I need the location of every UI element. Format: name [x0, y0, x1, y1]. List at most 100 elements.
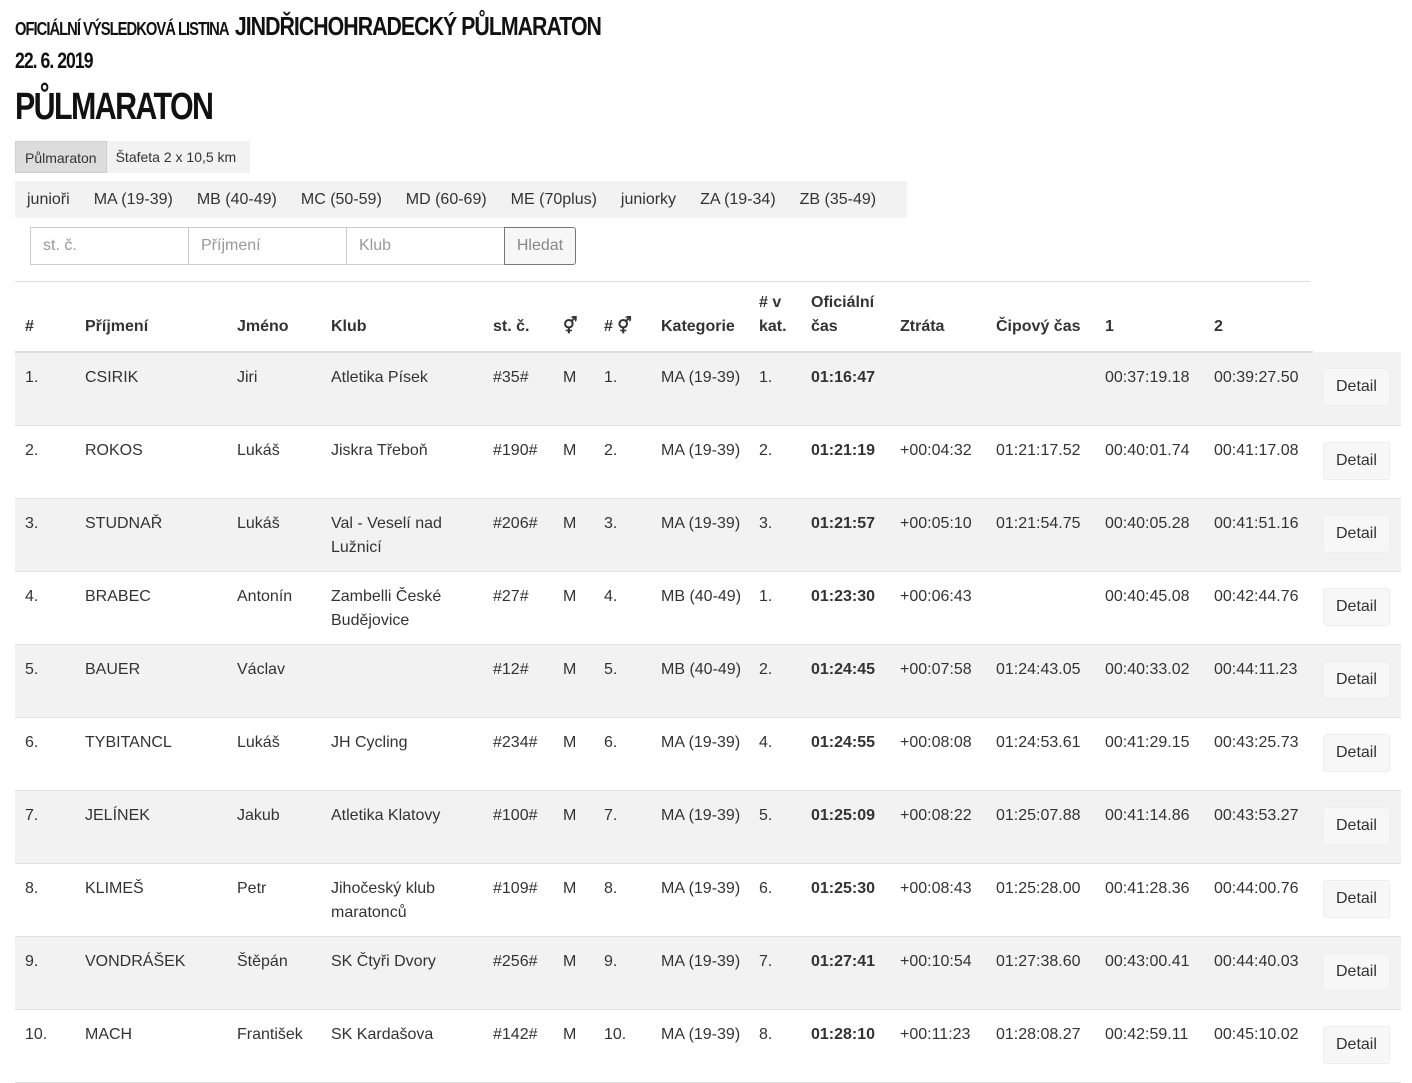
tab-stafeta[interactable]: Štafeta 2 x 10,5 km [107, 141, 246, 173]
tab-mc[interactable]: MC (50-59) [289, 181, 394, 218]
cell-rank: 4. [15, 571, 75, 645]
cell-detail: Detail [1313, 425, 1401, 499]
cell-surname: STUDNAŘ [75, 498, 227, 572]
cell-bib: #142# [483, 1009, 553, 1083]
cell-official: 01:25:09 [801, 790, 890, 864]
table-row: 4. BRABEC Antonín Zambelli České Budějovice… [15, 571, 1401, 645]
tab-zb[interactable]: ZB (35-49) [788, 181, 888, 218]
cell-chip [986, 352, 1095, 426]
cell-gender-rank: 7. [594, 790, 651, 864]
tab-me[interactable]: ME (70plus) [499, 181, 609, 218]
col-cat-rank-line2: kat. [759, 318, 787, 335]
cell-surname: JELÍNEK [75, 790, 227, 864]
cell-bib: #35# [483, 352, 553, 426]
cell-gender-rank: 6. [594, 717, 651, 791]
cell-cat-rank: 8. [749, 1009, 801, 1083]
surname-input[interactable] [188, 227, 346, 265]
cell-bib: #206# [483, 498, 553, 572]
tab-md[interactable]: MD (60-69) [394, 181, 499, 218]
event-date: 22. 6. 2019 [15, 48, 93, 73]
event-name: JINDŘICHOHRADECKÝ PŮLMARATON [234, 11, 602, 41]
race-tabs: Půlmaraton Štafeta 2 x 10,5 km [15, 141, 250, 173]
col-official: Oficiální čas [801, 283, 890, 353]
detail-button[interactable]: Detail [1323, 368, 1390, 406]
cell-bib: #12# [483, 644, 553, 718]
table-row: 10. MACH František SK Kardašova #142# M 10. MA … [15, 1009, 1401, 1083]
cell-cat-rank: 3. [749, 498, 801, 572]
cell-official: 01:23:30 [801, 571, 890, 645]
cell-cat-rank: 2. [749, 425, 801, 499]
cell-surname: KLIMEŠ [75, 863, 227, 937]
cell-name: Lukáš [227, 498, 321, 572]
heading-label: OFICIÁLNÍ VÝSLEDKOVÁ LISTINA [15, 19, 230, 39]
cell-name: Štěpán [227, 936, 321, 1010]
cell-club: Jihočeský klub maratonců [321, 863, 483, 937]
cell-loss: +00:08:22 [890, 790, 986, 864]
cell-official: 01:21:57 [801, 498, 890, 572]
cell-rank: 3. [15, 498, 75, 572]
col-cat-rank: # v kat. [749, 283, 801, 353]
col-official-line1: Oficiální [811, 294, 875, 311]
bib-input[interactable] [30, 227, 188, 265]
col-name: Jméno [227, 283, 321, 353]
cell-bib: #256# [483, 936, 553, 1010]
cell-detail: Detail [1313, 352, 1401, 426]
cell-chip: 01:21:17.52 [986, 425, 1095, 499]
table-row: 7. JELÍNEK Jakub Atletika Klatovy #100# M 7. MA… [15, 790, 1401, 864]
cell-split1: 00:40:01.74 [1095, 425, 1204, 499]
cell-club: Zambelli České Budějovice [321, 571, 483, 645]
race-title: PŮLMARATON [15, 86, 214, 128]
cell-gender: M [553, 644, 594, 718]
detail-button[interactable]: Detail [1323, 587, 1390, 626]
cell-split2: 00:43:25.73 [1204, 717, 1313, 791]
cell-club: Atletika Písek [321, 352, 483, 426]
search-form: Hledat [30, 227, 576, 265]
results-body: 1. CSIRIK Jiri Atletika Písek #35# M 1. MA (19-… [15, 352, 1401, 1083]
cell-surname: MACH [75, 1009, 227, 1083]
cell-split2: 00:44:11.23 [1204, 644, 1313, 718]
cell-detail: Detail [1313, 644, 1401, 718]
detail-button[interactable]: Detail [1323, 952, 1390, 991]
cell-club [321, 644, 483, 718]
cell-loss [890, 352, 986, 426]
tab-juniori[interactable]: junioři [15, 181, 82, 218]
cell-official: 01:28:10 [801, 1009, 890, 1083]
cell-split1: 00:40:33.02 [1095, 644, 1204, 718]
col-loss: Ztráta [890, 283, 986, 353]
cell-cat-rank: 7. [749, 936, 801, 1010]
cell-surname: VONDRÁŠEK [75, 936, 227, 1010]
cell-category: MA (19-39) [651, 425, 749, 499]
divider [15, 281, 1310, 282]
table-row: 2. ROKOS Lukáš Jiskra Třeboň #190# M 2. MA (19-… [15, 425, 1401, 499]
cell-detail: Detail [1313, 936, 1401, 1010]
detail-button[interactable]: Detail [1323, 733, 1390, 772]
detail-button[interactable]: Detail [1323, 660, 1390, 699]
category-tabs: junioři MA (19-39) MB (40-49) MC (50-59)… [15, 181, 907, 218]
cell-rank: 1. [15, 352, 75, 426]
tab-pulmaraton[interactable]: Půlmaraton [15, 141, 107, 173]
tab-mb[interactable]: MB (40-49) [185, 181, 289, 218]
cell-split2: 00:43:53.27 [1204, 790, 1313, 864]
cell-detail: Detail [1313, 790, 1401, 864]
tab-ma[interactable]: MA (19-39) [82, 181, 185, 218]
tab-za[interactable]: ZA (19-34) [688, 181, 788, 218]
detail-button[interactable]: Detail [1323, 441, 1390, 480]
cell-official: 01:24:45 [801, 644, 890, 718]
cell-club: Jiskra Třeboň [321, 425, 483, 499]
detail-button[interactable]: Detail [1323, 806, 1390, 845]
cell-official: 01:21:19 [801, 425, 890, 499]
club-input[interactable] [346, 227, 504, 265]
detail-button[interactable]: Detail [1323, 514, 1390, 553]
cell-name: Jakub [227, 790, 321, 864]
detail-button[interactable]: Detail [1323, 879, 1390, 918]
detail-button[interactable]: Detail [1323, 1025, 1390, 1064]
col-split2: 2 [1204, 283, 1313, 353]
cell-detail: Detail [1313, 1009, 1401, 1083]
col-official-line2: čas [811, 318, 838, 335]
col-club: Klub [321, 283, 483, 353]
cell-name: Lukáš [227, 717, 321, 791]
cell-cat-rank: 2. [749, 644, 801, 718]
search-button[interactable]: Hledat [504, 227, 576, 265]
tab-juniorky[interactable]: juniorky [609, 181, 688, 218]
results-table: # Příjmení Jméno Klub st. č. ⚥ # ⚥ Kateg… [15, 283, 1401, 1083]
